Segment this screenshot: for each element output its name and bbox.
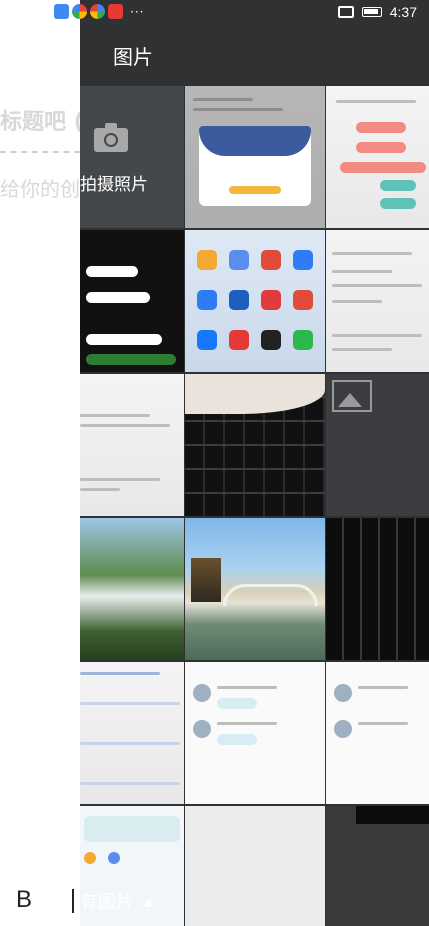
image-picker-panel: 图片 拍摄照片 有图片	[80, 26, 429, 926]
take-photo-tile[interactable]: 拍摄照片	[80, 86, 184, 228]
divider	[0, 151, 80, 153]
cast-icon	[337, 6, 354, 18]
picker-header: 图片	[80, 26, 429, 86]
image-placeholder-icon	[332, 380, 372, 412]
picker-title: 图片	[113, 45, 153, 69]
notification-icons: ···	[54, 4, 144, 19]
cursor-icon	[72, 889, 74, 913]
image-thumbnail[interactable]	[185, 662, 325, 804]
more-notifications-icon: ···	[130, 4, 145, 19]
app-notification-icon	[108, 4, 123, 19]
bold-button[interactable]: B	[16, 886, 32, 914]
system-status: 4:37	[337, 4, 417, 20]
clock: 4:37	[389, 4, 417, 20]
status-bar: ··· 4:37	[0, 0, 429, 26]
background-editor-page: 标题吧 (最 给你的创作 B	[0, 0, 80, 926]
image-thumbnail[interactable]	[326, 86, 429, 228]
image-thumbnail[interactable]	[185, 374, 325, 516]
camera-icon	[94, 123, 128, 152]
image-thumbnail[interactable]	[185, 230, 325, 372]
image-thumbnail[interactable]	[326, 374, 429, 516]
image-thumbnail[interactable]	[185, 86, 325, 228]
app-notification-icon	[90, 4, 105, 19]
dropdown-arrow-icon[interactable]	[142, 898, 151, 907]
image-grid: 拍摄照片	[80, 86, 429, 926]
album-selector[interactable]: 有图片	[80, 888, 134, 914]
article-title-placeholder: 标题吧 (最	[0, 110, 80, 135]
image-thumbnail[interactable]	[80, 374, 184, 516]
image-thumbnail[interactable]	[80, 518, 184, 660]
picker-footer: 有图片	[80, 876, 429, 926]
image-thumbnail[interactable]	[80, 662, 184, 804]
battery-icon	[361, 7, 382, 17]
app-notification-icon	[54, 4, 69, 19]
app-notification-icon	[72, 4, 87, 19]
image-thumbnail[interactable]	[80, 230, 184, 372]
image-thumbnail[interactable]	[326, 230, 429, 372]
image-thumbnail[interactable]	[326, 662, 429, 804]
image-thumbnail[interactable]	[326, 518, 429, 660]
take-photo-label: 拍摄照片	[80, 175, 148, 195]
image-thumbnail[interactable]	[185, 518, 325, 660]
content-hint-placeholder: 给你的创作	[0, 177, 80, 201]
